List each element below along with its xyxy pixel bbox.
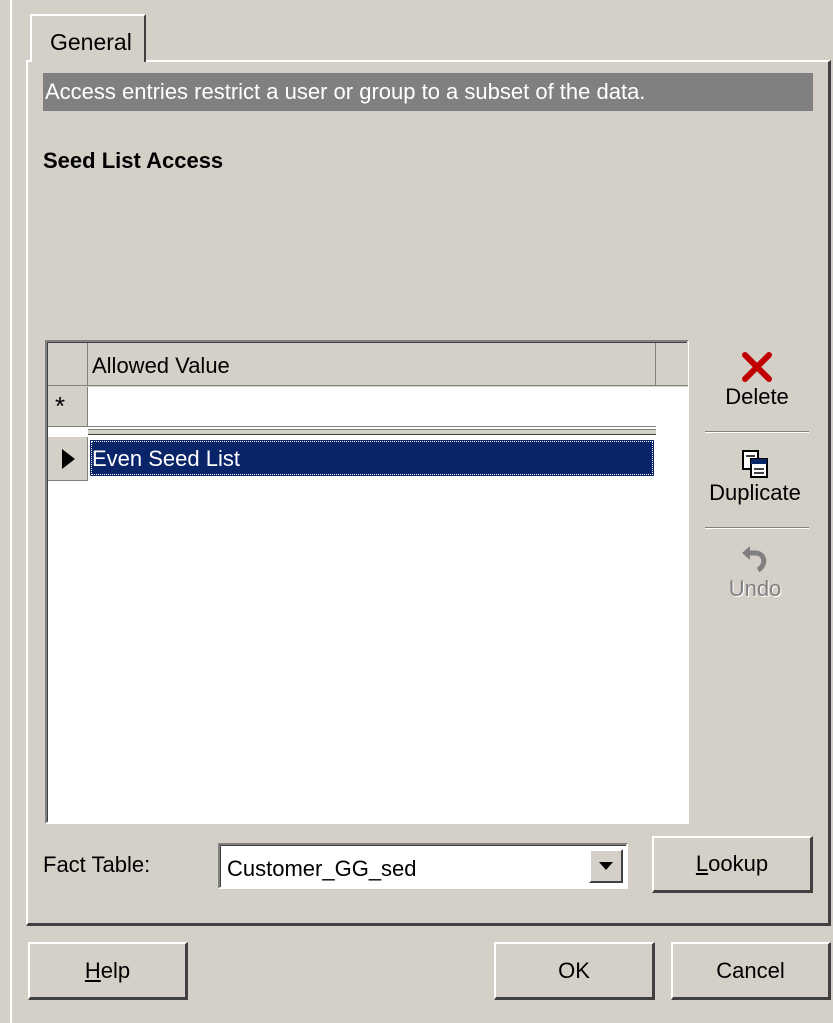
grid-header-filler [656, 343, 688, 386]
lookup-label-rest: ookup [708, 851, 769, 876]
fact-table-select-field: Customer_GG_sed [220, 845, 626, 887]
undo-icon [742, 546, 767, 573]
section-title: Seed List Access [43, 148, 224, 173]
grid-corner-cell[interactable] [48, 343, 88, 386]
window-edge [10, 0, 12, 1023]
row-selector[interactable] [48, 437, 88, 481]
table-row[interactable]: Even Seed List [48, 437, 688, 481]
cancel-button[interactable]: Cancel [671, 942, 831, 1000]
undo-button-label: Undo [728, 576, 782, 601]
duplicate-button[interactable]: Duplicate [701, 448, 809, 506]
info-banner: Access entries restrict a user or group … [43, 73, 813, 111]
help-button-label: Help [30, 944, 185, 998]
help-label-rest: elp [100, 958, 131, 983]
info-banner-text: Access entries restrict a user or group … [45, 79, 646, 104]
ok-button[interactable]: OK [494, 942, 655, 1000]
grid-header-row: Allowed Value [48, 343, 688, 387]
new-row-asterisk-icon: * [55, 391, 66, 421]
access-entry-dialog: General Access entries restrict a user o… [0, 0, 833, 1023]
row-value-cell[interactable]: Even Seed List [90, 440, 654, 476]
delete-button[interactable]: Delete [703, 350, 811, 410]
current-row-arrow-icon [62, 449, 75, 469]
undo-button[interactable]: Undo [701, 546, 809, 602]
new-row-value-cell[interactable] [88, 387, 656, 427]
column-header-label: Allowed Value [92, 353, 230, 378]
duplicate-button-label: Duplicate [709, 480, 801, 505]
side-separator [705, 527, 809, 529]
lookup-button[interactable]: Lookup [652, 836, 813, 893]
grid-row-separator [88, 429, 656, 435]
fact-table-label: Fact Table: [43, 852, 151, 877]
delete-button-label: Delete [725, 384, 789, 409]
cancel-button-label: Cancel [716, 958, 785, 983]
side-separator [705, 431, 809, 433]
chevron-down-icon [599, 862, 613, 870]
x-icon [742, 352, 772, 382]
help-button[interactable]: Help [28, 942, 188, 1000]
help-mnemonic: H [84, 958, 101, 983]
new-row-selector[interactable]: * [48, 387, 88, 427]
allowed-values-grid[interactable]: Allowed Value * Even Seed List [45, 340, 689, 824]
row-value-text: Even Seed List [92, 446, 240, 471]
lookup-button-label: Lookup [654, 838, 810, 890]
fact-table-select[interactable]: Customer_GG_sed [218, 843, 628, 889]
grid-body: Allowed Value * Even Seed List [47, 342, 688, 822]
lookup-mnemonic: L [695, 851, 709, 876]
copy-icon [742, 450, 768, 478]
fact-table-value: Customer_GG_sed [227, 856, 417, 881]
tab-general[interactable]: General [30, 14, 146, 62]
column-header-allowed-value[interactable]: Allowed Value [88, 343, 656, 386]
ok-button-label: OK [558, 958, 590, 983]
grid-new-row[interactable]: * [48, 387, 688, 427]
fact-table-dropdown-button[interactable] [589, 849, 623, 883]
tab-general-label: General [50, 29, 132, 55]
